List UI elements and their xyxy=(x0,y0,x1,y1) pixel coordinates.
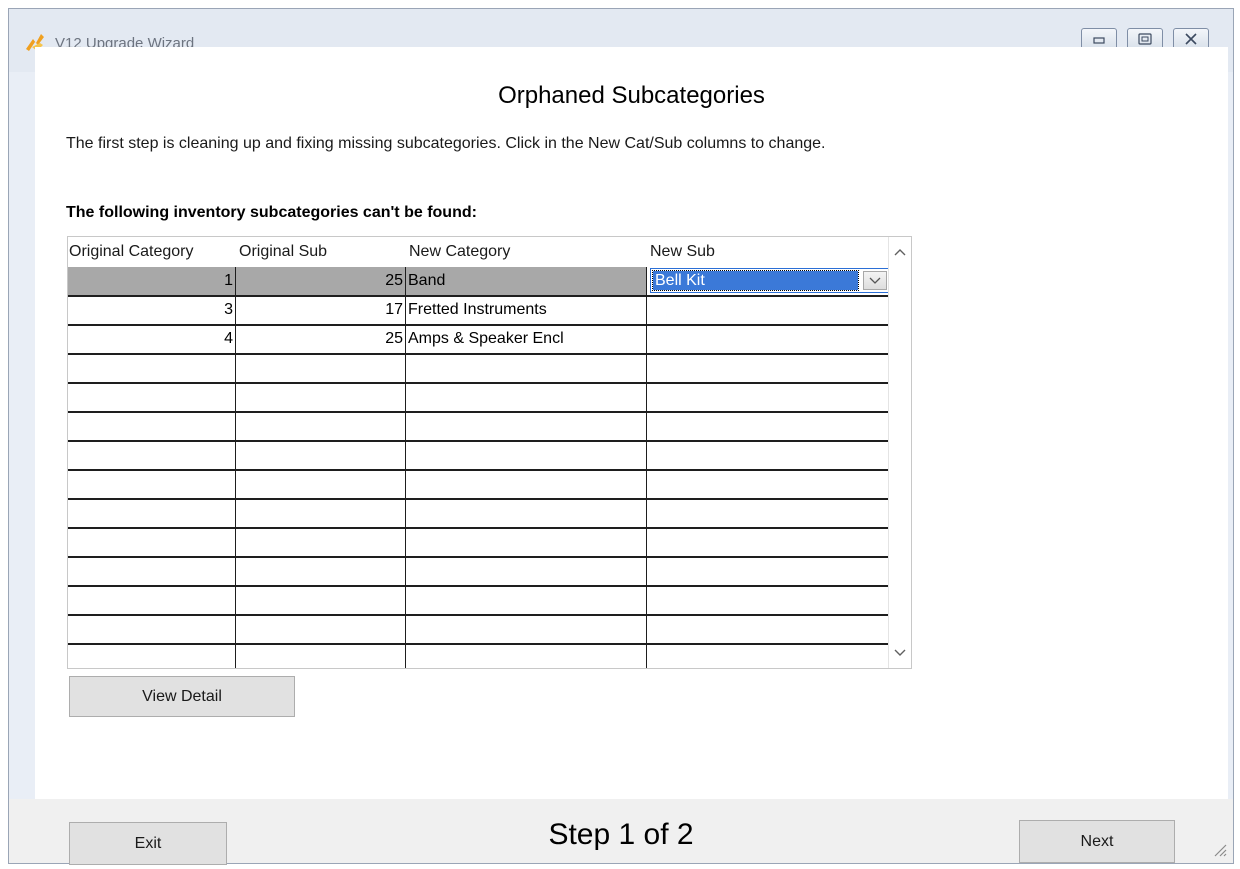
cell-original-sub[interactable] xyxy=(236,441,406,469)
table-row[interactable] xyxy=(68,644,889,668)
cell-original-category[interactable] xyxy=(68,499,236,527)
table-row[interactable] xyxy=(68,557,889,587)
cell-original-sub[interactable] xyxy=(236,499,406,527)
chevron-up-icon xyxy=(894,249,906,256)
cell-new-category[interactable] xyxy=(406,354,647,382)
cell-original-sub[interactable] xyxy=(236,586,406,614)
cell-new-sub[interactable] xyxy=(647,470,889,498)
cell-new-category[interactable] xyxy=(406,441,647,469)
cell-original-sub[interactable] xyxy=(236,383,406,411)
cell-original-sub[interactable] xyxy=(236,644,406,668)
wizard-window: V12 Upgrade Wizard Orphaned Subcategorie… xyxy=(8,8,1234,865)
wizard-content: Orphaned Subcategories The first step is… xyxy=(35,47,1228,799)
cell-new-sub[interactable] xyxy=(647,354,889,382)
cell-original-sub[interactable] xyxy=(236,354,406,382)
cell-new-sub[interactable] xyxy=(647,586,889,614)
dropdown-arrow-button[interactable] xyxy=(863,271,887,290)
cell-new-category[interactable] xyxy=(406,499,647,527)
cell-new-sub[interactable] xyxy=(647,412,889,440)
table-row[interactable]: 4 25 Amps & Speaker Encl xyxy=(68,325,889,355)
cell-new-category[interactable] xyxy=(406,470,647,498)
minimize-icon xyxy=(1093,37,1105,44)
scroll-down-button[interactable] xyxy=(889,642,911,664)
table-row[interactable] xyxy=(68,441,889,471)
cell-new-category[interactable] xyxy=(406,557,647,585)
cell-original-sub[interactable]: 17 xyxy=(236,296,406,324)
new-sub-dropdown[interactable]: Bell Kit xyxy=(650,268,890,293)
cell-new-category[interactable] xyxy=(406,644,647,668)
cell-original-category[interactable]: 4 xyxy=(68,325,236,353)
cell-original-category[interactable] xyxy=(68,412,236,440)
cell-new-sub[interactable] xyxy=(647,325,889,353)
table-row[interactable] xyxy=(68,354,889,384)
cell-new-sub[interactable] xyxy=(647,499,889,527)
cell-new-category[interactable] xyxy=(406,586,647,614)
header-original-category[interactable]: Original Category xyxy=(68,237,194,267)
header-original-sub[interactable]: Original Sub xyxy=(238,237,327,267)
grid-vertical-scrollbar[interactable] xyxy=(888,237,911,668)
cell-original-category[interactable] xyxy=(68,470,236,498)
cell-new-sub[interactable] xyxy=(647,441,889,469)
cell-new-category[interactable] xyxy=(406,412,647,440)
close-icon xyxy=(1185,33,1197,45)
cell-original-sub[interactable]: 25 xyxy=(236,267,406,295)
grid-caption: The following inventory subcategories ca… xyxy=(66,204,477,221)
cell-new-category[interactable] xyxy=(406,528,647,556)
new-sub-dropdown-value[interactable]: Bell Kit xyxy=(652,270,859,291)
cell-new-sub[interactable] xyxy=(647,528,889,556)
scroll-up-button[interactable] xyxy=(889,241,911,263)
cell-new-sub[interactable] xyxy=(647,383,889,411)
cell-original-category[interactable]: 3 xyxy=(68,296,236,324)
cell-new-category[interactable]: Band xyxy=(406,267,647,295)
table-row[interactable] xyxy=(68,499,889,529)
header-new-category[interactable]: New Category xyxy=(408,237,510,267)
cell-new-sub[interactable] xyxy=(647,296,889,324)
cell-original-category[interactable] xyxy=(68,644,236,668)
cell-original-category[interactable] xyxy=(68,441,236,469)
view-detail-button[interactable]: View Detail xyxy=(69,676,295,717)
chevron-down-icon xyxy=(869,277,881,284)
table-row[interactable] xyxy=(68,528,889,558)
cell-original-sub[interactable] xyxy=(236,412,406,440)
cell-original-category[interactable]: 1 xyxy=(68,267,236,295)
cell-original-sub[interactable] xyxy=(236,528,406,556)
cell-original-category[interactable] xyxy=(68,557,236,585)
cell-original-category[interactable] xyxy=(68,354,236,382)
orphaned-subcategories-grid[interactable]: Original Category Original Sub New Categ… xyxy=(67,236,912,669)
chevron-down-icon xyxy=(894,649,906,656)
cell-original-sub[interactable] xyxy=(236,557,406,585)
cell-new-sub[interactable] xyxy=(647,615,889,643)
cell-new-sub[interactable] xyxy=(647,644,889,668)
cell-new-category[interactable] xyxy=(406,383,647,411)
table-row[interactable]: 3 17 Fretted Instruments xyxy=(68,296,889,326)
cell-new-category[interactable] xyxy=(406,615,647,643)
table-row[interactable] xyxy=(68,615,889,645)
table-row[interactable] xyxy=(68,412,889,442)
cell-original-sub[interactable]: 25 xyxy=(236,325,406,353)
table-row[interactable] xyxy=(68,383,889,413)
cell-original-sub[interactable] xyxy=(236,470,406,498)
grid-header: Original Category Original Sub New Categ… xyxy=(68,237,889,267)
cell-new-category[interactable]: Amps & Speaker Encl xyxy=(406,325,647,353)
cell-original-category[interactable] xyxy=(68,383,236,411)
table-row[interactable]: 1 25 Band Bell Kit xyxy=(68,267,890,297)
resize-grip-icon[interactable] xyxy=(1211,841,1227,857)
cell-original-sub[interactable] xyxy=(236,615,406,643)
table-row[interactable] xyxy=(68,586,889,616)
cell-original-category[interactable] xyxy=(68,586,236,614)
intro-text: The first step is cleaning up and fixing… xyxy=(66,135,826,152)
wizard-footer: Exit Step 1 of 2 Next xyxy=(9,799,1233,865)
cell-new-category[interactable]: Fretted Instruments xyxy=(406,296,647,324)
maximize-icon xyxy=(1138,33,1152,45)
cell-original-category[interactable] xyxy=(68,615,236,643)
cell-new-sub[interactable] xyxy=(647,557,889,585)
next-button[interactable]: Next xyxy=(1019,820,1175,863)
table-row[interactable] xyxy=(68,470,889,500)
cell-original-category[interactable] xyxy=(68,528,236,556)
page-title: Orphaned Subcategories xyxy=(498,82,765,109)
header-new-sub[interactable]: New Sub xyxy=(649,237,715,267)
